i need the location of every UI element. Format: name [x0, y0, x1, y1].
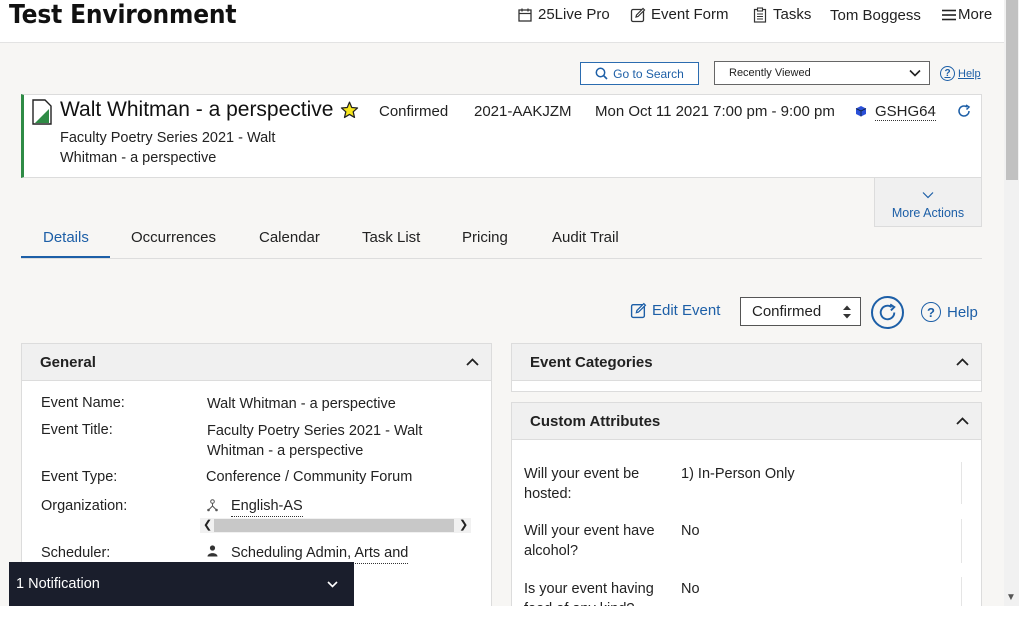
nav-user[interactable]: Tom Boggess: [830, 7, 921, 24]
state-select-value: Confirmed: [752, 303, 822, 320]
nav-more[interactable]: More: [941, 6, 992, 23]
help-icon: ?: [921, 302, 941, 322]
calendar-icon: [518, 8, 532, 22]
event-datetime: Mon Oct 11 2021 7:00 pm - 9:00 pm: [595, 103, 835, 120]
refresh-icon: [879, 303, 896, 321]
environment-title: Test Environment: [9, 0, 237, 30]
organization-link[interactable]: English-AS: [231, 496, 303, 517]
event-categories-panel: Event Categories: [511, 343, 982, 392]
chevron-down-icon: [922, 192, 934, 199]
general-panel-header[interactable]: General: [22, 344, 491, 381]
help-link-details[interactable]: ? Help: [921, 302, 978, 322]
clipboard-icon: [753, 6, 767, 23]
active-tab-indicator: [21, 256, 110, 258]
more-actions-label: More Actions: [891, 206, 965, 220]
event-name-value: Walt Whitman - a perspective: [207, 396, 396, 412]
attribute-label: Will your event be hosted:: [524, 466, 640, 502]
refresh-icon[interactable]: [957, 104, 971, 118]
star-icon[interactable]: [340, 101, 359, 119]
event-document-icon: [32, 99, 52, 125]
nav-label: More: [958, 6, 993, 23]
scheduler-label: Scheduler:: [41, 545, 111, 561]
event-title-value: Faculty Poetry Series 2021 - Walt Whitma…: [207, 423, 423, 459]
chevron-up-icon[interactable]: [956, 417, 969, 425]
hamburger-icon: [942, 9, 956, 20]
notification-bar[interactable]: 1 Notification: [9, 562, 354, 606]
event-categories-title: Event Categories: [530, 353, 653, 371]
nav-tasks[interactable]: Tasks: [752, 6, 811, 23]
edit-icon: [630, 302, 647, 319]
page-bottom: [0, 606, 1019, 637]
nav-25live-pro[interactable]: 25Live Pro: [517, 6, 610, 23]
tab-task-list[interactable]: Task List: [362, 229, 420, 246]
organization-label: Organization:: [41, 498, 128, 514]
nav-label: Tasks: [773, 6, 812, 23]
nav-event-form[interactable]: Event Form: [630, 6, 729, 23]
person-icon: [207, 545, 218, 557]
more-actions-button[interactable]: More Actions: [874, 178, 982, 227]
search-icon: [595, 67, 608, 80]
chevron-up-icon[interactable]: [466, 358, 479, 366]
custom-attributes-title: Custom Attributes: [530, 412, 661, 430]
chevron-down-icon: [909, 69, 921, 77]
chevron-up-icon[interactable]: [956, 358, 969, 366]
event-name-label: Event Name:: [41, 395, 125, 411]
tab-pricing[interactable]: Pricing: [462, 229, 508, 246]
recently-viewed-select[interactable]: Recently Viewed: [714, 61, 930, 85]
help-label: Help: [958, 67, 981, 80]
event-categories-header[interactable]: Event Categories: [512, 344, 981, 381]
scroll-right-icon[interactable]: ❯: [459, 518, 468, 531]
event-state: Confirmed: [379, 103, 449, 120]
window-edge: [1019, 0, 1034, 637]
event-type-label: Event Type:: [41, 469, 118, 485]
tab-occurrences[interactable]: Occurrences: [131, 229, 216, 246]
tab-audit-trail[interactable]: Audit Trail: [552, 229, 619, 246]
nav-label: 25Live Pro: [538, 6, 610, 23]
general-panel-title: General: [40, 353, 96, 371]
location-cube-icon: [855, 106, 867, 117]
edit-event-label: Edit Event: [652, 302, 721, 319]
edit-icon: [630, 7, 646, 22]
scroll-left-icon[interactable]: ❮: [203, 518, 212, 531]
scheduler-link[interactable]: Scheduling Admin, Arts and: [231, 543, 409, 564]
attribute-value: No: [681, 523, 700, 539]
horizontal-scrollbar-thumb[interactable]: [214, 519, 454, 532]
chevron-down-icon[interactable]: [327, 580, 338, 588]
event-type-value: Conference / Community Forum: [206, 469, 413, 485]
event-state-select[interactable]: Confirmed: [740, 297, 861, 326]
location-link[interactable]: GSHG64: [875, 103, 936, 121]
notification-label: 1 Notification: [16, 576, 100, 592]
nav-label: Event Form: [651, 6, 729, 23]
scroll-down-icon[interactable]: ▼: [1006, 592, 1016, 603]
help-label: Help: [947, 303, 978, 321]
attribute-value: No: [681, 581, 700, 597]
recently-viewed-value: Recently Viewed: [729, 67, 811, 79]
updown-arrows-icon: [843, 305, 851, 318]
event-name-heading: Walt Whitman - a perspective: [60, 98, 334, 121]
edit-event-button[interactable]: Edit Event: [630, 302, 720, 319]
custom-attributes-header[interactable]: Custom Attributes: [512, 403, 981, 440]
attribute-value: 1) In-Person Only: [681, 466, 795, 482]
tab-details[interactable]: Details: [43, 229, 89, 246]
help-link-top[interactable]: ? Help: [940, 66, 981, 81]
go-to-search-button[interactable]: Go to Search: [580, 62, 699, 85]
scrollbar-thumb[interactable]: [1006, 0, 1018, 180]
attribute-label: Will your event have alcohol?: [524, 523, 655, 559]
event-title-label: Event Title:: [41, 422, 113, 438]
refresh-state-button[interactable]: [871, 296, 904, 329]
event-reference: 2021-AAKJZM: [474, 103, 572, 120]
event-title-text: Faculty Poetry Series 2021 - Walt Whitma…: [60, 130, 276, 166]
go-to-search-label: Go to Search: [613, 66, 684, 81]
organization-icon: [207, 499, 218, 512]
user-name: Tom Boggess: [830, 7, 921, 24]
help-icon: ?: [940, 66, 955, 81]
tab-calendar[interactable]: Calendar: [259, 229, 320, 246]
